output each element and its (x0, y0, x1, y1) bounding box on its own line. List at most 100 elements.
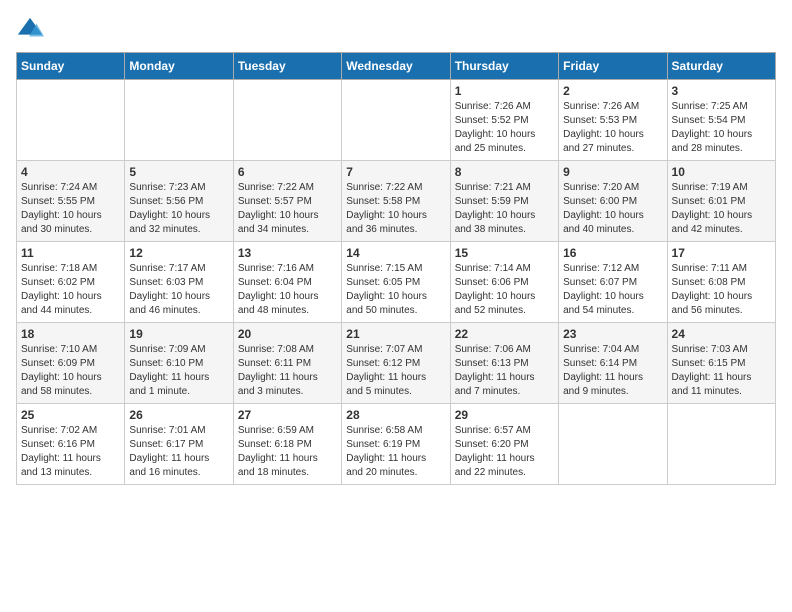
day-number: 16 (563, 246, 662, 260)
day-number: 20 (238, 327, 337, 341)
calendar-day-cell: 27 Sunrise: 6:59 AM Sunset: 6:18 PM Dayli… (233, 404, 341, 485)
day-number: 7 (346, 165, 445, 179)
day-number: 18 (21, 327, 120, 341)
day-info: Sunrise: 7:06 AM Sunset: 6:13 PM Dayligh… (455, 343, 554, 399)
day-info: Sunrise: 6:59 AM Sunset: 6:18 PM Dayligh… (238, 424, 337, 480)
calendar-day-cell: 19 Sunrise: 7:09 AM Sunset: 6:10 PM Dayli… (125, 323, 233, 404)
calendar-day-cell (17, 80, 125, 161)
day-number: 17 (672, 246, 771, 260)
day-number: 24 (672, 327, 771, 341)
day-number: 22 (455, 327, 554, 341)
day-info: Sunrise: 7:25 AM Sunset: 5:54 PM Dayligh… (672, 100, 771, 156)
day-info: Sunrise: 7:26 AM Sunset: 5:52 PM Dayligh… (455, 100, 554, 156)
day-number: 1 (455, 84, 554, 98)
day-number: 23 (563, 327, 662, 341)
day-info: Sunrise: 7:23 AM Sunset: 5:56 PM Dayligh… (129, 181, 228, 237)
day-of-week-header: Sunday (17, 53, 125, 80)
calendar-day-cell (667, 404, 775, 485)
calendar-week-row: 18 Sunrise: 7:10 AM Sunset: 6:09 PM Dayli… (17, 323, 776, 404)
day-of-week-header: Monday (125, 53, 233, 80)
day-info: Sunrise: 7:16 AM Sunset: 6:04 PM Dayligh… (238, 262, 337, 318)
calendar-day-cell: 17 Sunrise: 7:11 AM Sunset: 6:08 PM Dayli… (667, 242, 775, 323)
day-number: 5 (129, 165, 228, 179)
day-number: 19 (129, 327, 228, 341)
day-number: 29 (455, 408, 554, 422)
calendar-day-cell: 1 Sunrise: 7:26 AM Sunset: 5:52 PM Daylig… (450, 80, 558, 161)
calendar-week-row: 4Sunrise: 7:24 AM Sunset: 5:55 PM Daylig… (17, 161, 776, 242)
day-number: 13 (238, 246, 337, 260)
day-number: 25 (21, 408, 120, 422)
day-number: 9 (563, 165, 662, 179)
calendar-day-cell: 5 Sunrise: 7:23 AM Sunset: 5:56 PM Daylig… (125, 161, 233, 242)
calendar-day-cell: 6 Sunrise: 7:22 AM Sunset: 5:57 PM Daylig… (233, 161, 341, 242)
day-info: Sunrise: 7:12 AM Sunset: 6:07 PM Dayligh… (563, 262, 662, 318)
day-of-week-header: Thursday (450, 53, 558, 80)
day-number: 27 (238, 408, 337, 422)
calendar-day-cell (125, 80, 233, 161)
day-info: Sunrise: 7:01 AM Sunset: 6:17 PM Dayligh… (129, 424, 228, 480)
calendar-day-cell: 14 Sunrise: 7:15 AM Sunset: 6:05 PM Dayli… (342, 242, 450, 323)
calendar-day-cell (342, 80, 450, 161)
calendar-week-row: 11Sunrise: 7:18 AM Sunset: 6:02 PM Dayli… (17, 242, 776, 323)
calendar-day-cell: 2Sunrise: 7:26 AM Sunset: 5:53 PM Daylig… (559, 80, 667, 161)
calendar-day-cell (233, 80, 341, 161)
calendar-day-cell: 15Sunrise: 7:14 AM Sunset: 6:06 PM Dayli… (450, 242, 558, 323)
day-info: Sunrise: 7:22 AM Sunset: 5:57 PM Dayligh… (238, 181, 337, 237)
calendar-day-cell: 10 Sunrise: 7:19 AM Sunset: 6:01 PM Dayli… (667, 161, 775, 242)
day-info: Sunrise: 7:24 AM Sunset: 5:55 PM Dayligh… (21, 181, 120, 237)
calendar-day-cell (559, 404, 667, 485)
day-info: Sunrise: 7:14 AM Sunset: 6:06 PM Dayligh… (455, 262, 554, 318)
day-number: 3 (672, 84, 771, 98)
calendar-day-cell: 21 Sunrise: 7:07 AM Sunset: 6:12 PM Dayli… (342, 323, 450, 404)
day-info: Sunrise: 7:03 AM Sunset: 6:15 PM Dayligh… (672, 343, 771, 399)
calendar-day-cell: 23 Sunrise: 7:04 AM Sunset: 6:14 PM Dayli… (559, 323, 667, 404)
day-number: 10 (672, 165, 771, 179)
calendar-day-cell: 16 Sunrise: 7:12 AM Sunset: 6:07 PM Dayli… (559, 242, 667, 323)
calendar-day-cell: 4Sunrise: 7:24 AM Sunset: 5:55 PM Daylig… (17, 161, 125, 242)
calendar-day-cell: 11Sunrise: 7:18 AM Sunset: 6:02 PM Dayli… (17, 242, 125, 323)
day-info: Sunrise: 6:57 AM Sunset: 6:20 PM Dayligh… (455, 424, 554, 480)
day-info: Sunrise: 7:10 AM Sunset: 6:09 PM Dayligh… (21, 343, 120, 399)
day-number: 8 (455, 165, 554, 179)
calendar-day-cell: 29 Sunrise: 6:57 AM Sunset: 6:20 PM Dayli… (450, 404, 558, 485)
calendar-day-cell: 9 Sunrise: 7:20 AM Sunset: 6:00 PM Daylig… (559, 161, 667, 242)
day-info: Sunrise: 7:22 AM Sunset: 5:58 PM Dayligh… (346, 181, 445, 237)
day-number: 6 (238, 165, 337, 179)
day-number: 2 (563, 84, 662, 98)
calendar-table: SundayMondayTuesdayWednesdayThursdayFrid… (16, 52, 776, 485)
day-number: 11 (21, 246, 120, 260)
calendar-week-row: 25Sunrise: 7:02 AM Sunset: 6:16 PM Dayli… (17, 404, 776, 485)
day-info: Sunrise: 7:15 AM Sunset: 6:05 PM Dayligh… (346, 262, 445, 318)
day-info: Sunrise: 7:07 AM Sunset: 6:12 PM Dayligh… (346, 343, 445, 399)
day-info: Sunrise: 7:11 AM Sunset: 6:08 PM Dayligh… (672, 262, 771, 318)
calendar-day-cell: 8 Sunrise: 7:21 AM Sunset: 5:59 PM Daylig… (450, 161, 558, 242)
calendar-day-cell: 26 Sunrise: 7:01 AM Sunset: 6:17 PM Dayli… (125, 404, 233, 485)
calendar-day-cell: 20Sunrise: 7:08 AM Sunset: 6:11 PM Dayli… (233, 323, 341, 404)
day-of-week-header: Tuesday (233, 53, 341, 80)
calendar-day-cell: 24 Sunrise: 7:03 AM Sunset: 6:15 PM Dayli… (667, 323, 775, 404)
day-info: Sunrise: 7:19 AM Sunset: 6:01 PM Dayligh… (672, 181, 771, 237)
calendar-day-cell: 3 Sunrise: 7:25 AM Sunset: 5:54 PM Daylig… (667, 80, 775, 161)
day-info: Sunrise: 7:17 AM Sunset: 6:03 PM Dayligh… (129, 262, 228, 318)
day-info: Sunrise: 7:04 AM Sunset: 6:14 PM Dayligh… (563, 343, 662, 399)
calendar-day-cell: 22 Sunrise: 7:06 AM Sunset: 6:13 PM Dayli… (450, 323, 558, 404)
calendar-day-cell: 7 Sunrise: 7:22 AM Sunset: 5:58 PM Daylig… (342, 161, 450, 242)
day-number: 28 (346, 408, 445, 422)
day-info: Sunrise: 7:20 AM Sunset: 6:00 PM Dayligh… (563, 181, 662, 237)
calendar-day-cell: 12 Sunrise: 7:17 AM Sunset: 6:03 PM Dayli… (125, 242, 233, 323)
day-number: 12 (129, 246, 228, 260)
calendar-day-cell: 13 Sunrise: 7:16 AM Sunset: 6:04 PM Dayli… (233, 242, 341, 323)
logo (16, 16, 48, 44)
day-number: 26 (129, 408, 228, 422)
day-of-week-header: Friday (559, 53, 667, 80)
day-number: 14 (346, 246, 445, 260)
day-of-week-header: Saturday (667, 53, 775, 80)
day-info: Sunrise: 7:21 AM Sunset: 5:59 PM Dayligh… (455, 181, 554, 237)
calendar-day-cell: 18 Sunrise: 7:10 AM Sunset: 6:09 PM Dayli… (17, 323, 125, 404)
day-of-week-header: Wednesday (342, 53, 450, 80)
calendar-day-cell: 28 Sunrise: 6:58 AM Sunset: 6:19 PM Dayli… (342, 404, 450, 485)
calendar-week-row: 1 Sunrise: 7:26 AM Sunset: 5:52 PM Daylig… (17, 80, 776, 161)
day-info: Sunrise: 7:09 AM Sunset: 6:10 PM Dayligh… (129, 343, 228, 399)
day-info: Sunrise: 6:58 AM Sunset: 6:19 PM Dayligh… (346, 424, 445, 480)
day-number: 21 (346, 327, 445, 341)
